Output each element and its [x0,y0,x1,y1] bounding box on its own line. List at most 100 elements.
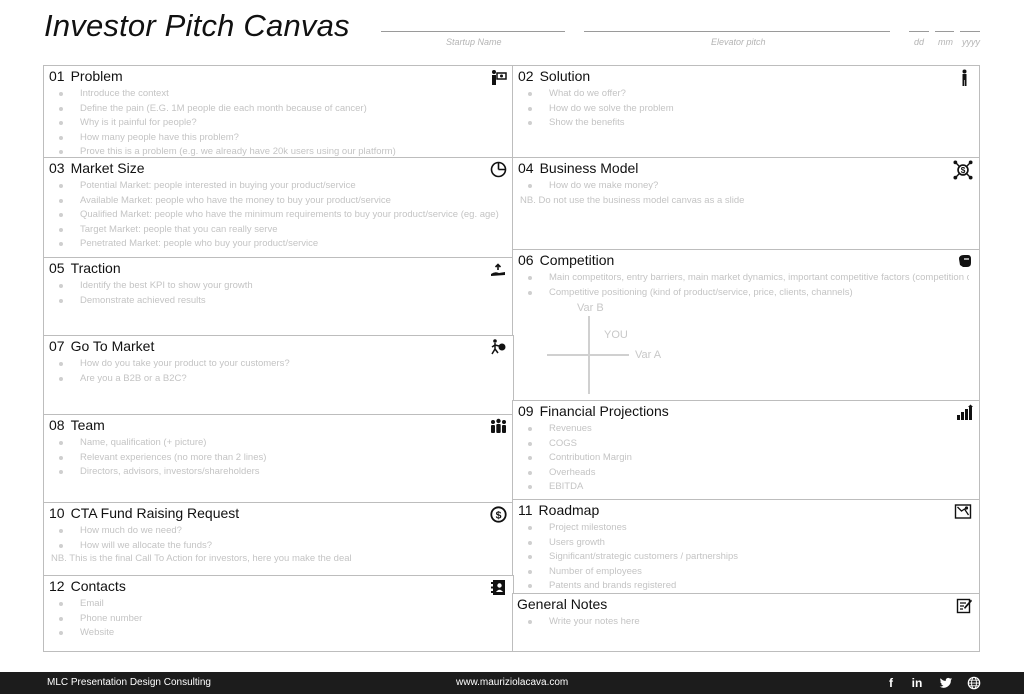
positioning-horizontal-axis [547,354,629,356]
list-item: How do you take your product to your cus… [51,357,503,372]
list-item: Define the pain (E.G. 1M people die each… [51,102,503,117]
globe-icon[interactable] [967,676,981,690]
list-item: Are you a B2B or a B2C? [51,372,503,387]
team-icon [491,418,506,433]
facebook-icon[interactable]: f [884,676,898,690]
list-item: How many people have this problem? [51,131,503,146]
svg-text:$: $ [496,509,502,521]
panel-title: 11 Roadmap [518,502,599,518]
linkedin-icon[interactable]: in [910,676,924,690]
panel-title-text: Financial Projections [539,403,669,419]
dollar-coin-icon: $ [490,506,507,523]
list-item: Write your notes here [520,615,969,630]
list-item: COGS [520,437,969,452]
list-item: How will we allocate the funds? [51,539,503,554]
panel-number: 04 [518,160,534,176]
team-list: Name, qualification (+ picture) Relevant… [51,436,503,480]
list-item: Website [51,626,503,641]
panel-title-text: Problem [70,68,123,84]
panel-traction[interactable]: 05 Traction Identify the best KPI to show… [43,257,514,336]
panel-number: 08 [49,417,65,433]
list-item: Available Market: people who have the mo… [51,194,503,209]
list-item: Directors, advisors, investors/sharehold… [51,465,503,480]
panel-title: 12 Contacts [49,578,126,594]
panel-general-notes[interactable]: General Notes Write your notes here [512,593,980,652]
panel-title-text: Contacts [70,578,126,594]
svg-text:$: $ [961,166,966,175]
cta-list: How much do we need? How will we allocat… [51,524,503,553]
panel-title-text: Team [70,417,105,433]
panel-number: 11 [518,502,533,518]
panel-financial-projections[interactable]: 09 Financial Projections Revenues COGS Co… [512,400,980,500]
solution-list: What do we offer? How do we solve the pr… [520,87,969,131]
date-day-field[interactable] [909,31,929,32]
list-item: Competitive positioning (kind of product… [520,286,969,301]
list-item: Qualified Market: people who have the mi… [51,208,503,223]
panel-roadmap[interactable]: 11 Roadmap Project milestones Users growt… [512,499,980,594]
panel-go-to-market[interactable]: 07 Go To Market How do you take your prod… [43,335,514,415]
list-item: Main competitors, entry barriers, main m… [520,271,969,286]
market-size-list: Potential Market: people interested in b… [51,179,503,252]
panel-number: 10 [49,505,65,521]
elevator-pitch-label: Elevator pitch [711,37,766,47]
date-year-field[interactable] [960,31,980,32]
address-book-icon [491,580,505,595]
problem-list: Introduce the context Define the pain (E… [51,87,503,160]
roadmap-list: Project milestones Users growth Signific… [520,521,969,594]
map-route-icon [954,504,972,519]
panel-business-model[interactable]: 04 Business Model $ How do we make money?… [512,157,980,251]
footer-website-link[interactable]: www.mauriziolacava.com [456,677,568,688]
panel-title-text: CTA Fund Raising Request [70,505,240,521]
panel-team[interactable]: 08 Team Name, qualification (+ picture) R… [43,414,514,503]
list-item: Number of employees [520,565,969,580]
edit-note-icon [956,598,972,614]
panel-number: 05 [49,260,65,276]
panel-market-size[interactable]: 03 Market Size Potential Market: people i… [43,157,514,258]
panel-title: 10 CTA Fund Raising Request [49,505,239,521]
panel-contacts[interactable]: 12 Contacts Email Phone number Website [43,575,514,652]
money-network-icon: $ [953,160,973,180]
pie-chart-icon [490,161,507,178]
list-item: Users growth [520,536,969,551]
startup-name-label: Startup Name [446,37,502,47]
panel-title: 01 Problem [49,68,123,84]
list-item: Relevant experiences (no more than 2 lin… [51,451,503,466]
general-notes-list: Write your notes here [520,615,969,630]
footer-company: MLC Presentation Design Consulting [47,677,211,688]
panel-number: 02 [518,68,534,84]
twitter-icon[interactable] [939,676,953,690]
date-month-field[interactable] [935,31,954,32]
panel-cta-fund-raising[interactable]: 10 CTA Fund Raising Request $ How much do… [43,502,514,576]
presenter-icon [492,70,507,85]
bar-growth-icon [957,404,973,420]
panel-title-text: Roadmap [538,502,600,518]
startup-name-field[interactable] [381,31,565,32]
list-item: How do we make money? [520,179,969,194]
panel-competition[interactable]: 06 Competition Main competitors, entry ba… [512,249,980,401]
panel-title: 06 Competition [518,252,614,268]
you-label: YOU [604,329,628,341]
panel-title: General Notes [517,596,607,612]
panel-title: 04 Business Model [518,160,638,176]
panel-solution[interactable]: 02 Solution What do we offer? How do we s… [512,65,980,159]
panel-problem[interactable]: 01 Problem Introduce the context Define t… [43,65,514,158]
panel-number: 03 [49,160,65,176]
panel-title-text: Competition [539,252,615,268]
elevator-pitch-field[interactable] [584,31,890,32]
panel-title: 07 Go To Market [49,338,154,354]
panel-title-text: Market Size [70,160,145,176]
list-item: How much do we need? [51,524,503,539]
panel-number: 07 [49,338,65,354]
list-item: Overheads [520,466,969,481]
panel-number: 12 [49,578,65,594]
panel-number: 01 [49,68,65,84]
list-item: Identify the best KPI to show your growt… [51,279,503,294]
runner-icon [491,339,506,355]
date-year-label: yyyy [962,37,980,47]
panel-title-text: General Notes [517,596,608,612]
list-item: Phone number [51,612,503,627]
panel-title: 02 Solution [518,68,590,84]
list-item: Email [51,597,503,612]
panel-number: 06 [518,252,534,268]
date-day-label: dd [914,37,925,47]
